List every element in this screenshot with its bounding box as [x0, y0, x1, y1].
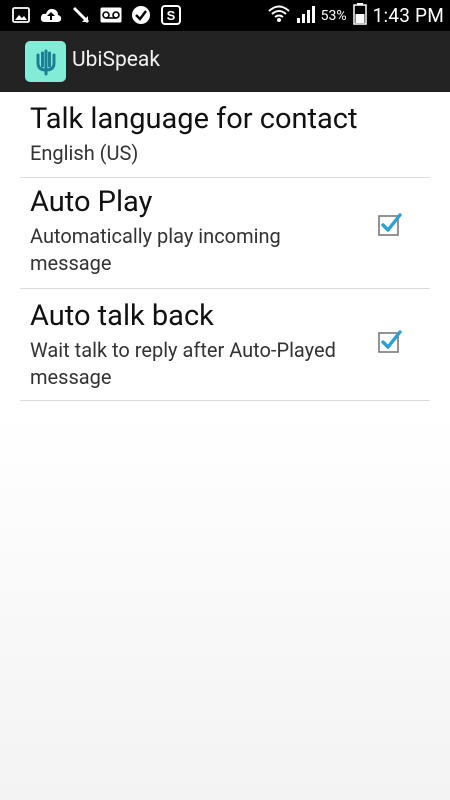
- wifi-icon: [267, 4, 291, 28]
- missed-call-icon: [70, 4, 92, 26]
- checkbox-checked-icon: [378, 213, 402, 236]
- pref-summary: Wait talk to reply after Auto-Played mes…: [30, 338, 336, 389]
- battery-percent: 53%: [320, 7, 347, 24]
- system-indicators: 53% 1:43 PM: [267, 0, 444, 31]
- battery-icon: [352, 2, 367, 29]
- pref-title: Auto talk back: [30, 299, 214, 333]
- auto-talk-back-checkbox[interactable]: [378, 329, 402, 353]
- notification-icons: S: [10, 4, 182, 26]
- clock: 1:43 PM: [372, 4, 444, 27]
- pref-summary: English (US): [30, 141, 139, 165]
- waveform-icon: [36, 49, 55, 75]
- pref-auto-talk-back[interactable]: Auto talk back Wait talk to reply after …: [20, 289, 430, 401]
- app-logo[interactable]: [25, 41, 66, 82]
- gallery-icon: [10, 4, 32, 26]
- s-app-icon: S: [160, 4, 182, 26]
- voicemail-icon: [100, 4, 122, 26]
- signal-icon: [296, 4, 315, 28]
- cloud-upload-icon: [40, 4, 62, 26]
- pref-title: Auto Play: [30, 185, 153, 219]
- svg-text:S: S: [167, 8, 176, 23]
- check-icon: [130, 4, 152, 26]
- app-title: UbiSpeak: [72, 48, 160, 72]
- pref-summary: Automatically play incoming message: [30, 224, 281, 275]
- auto-play-checkbox[interactable]: [378, 212, 402, 236]
- status-bar: S 53% 1:43 PM: [0, 0, 450, 31]
- settings-list: Talk language for contact English (US) A…: [0, 92, 450, 800]
- pref-auto-play[interactable]: Auto Play Automatically play incoming me…: [20, 178, 430, 289]
- pref-talk-language[interactable]: Talk language for contact English (US): [20, 92, 430, 178]
- checkbox-checked-icon: [378, 330, 402, 353]
- pref-title: Talk language for contact: [30, 102, 358, 136]
- app-bar: UbiSpeak: [0, 31, 450, 92]
